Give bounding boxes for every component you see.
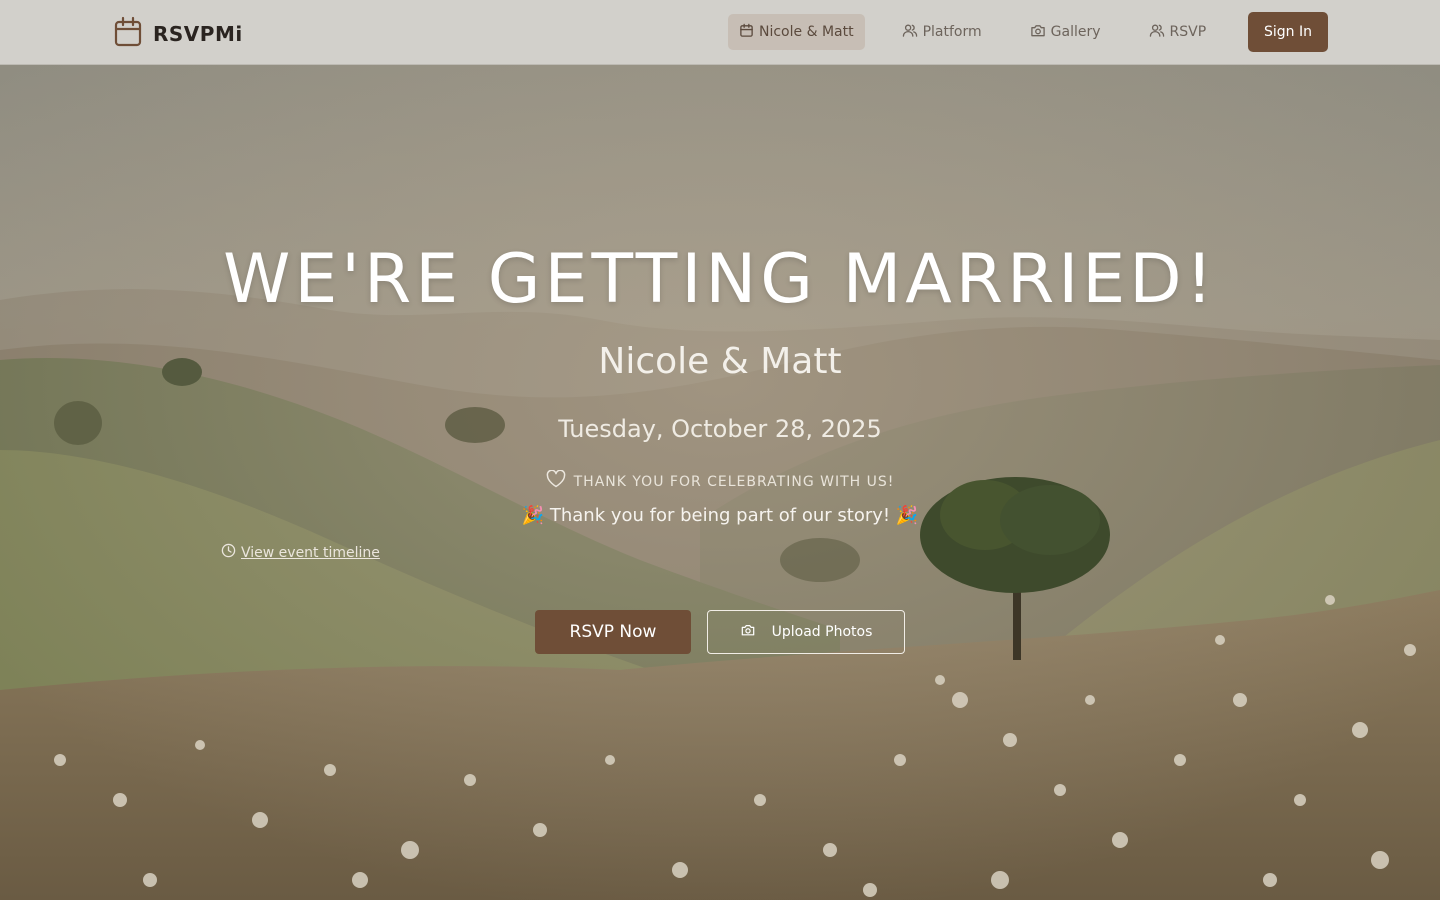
nav-item-label: Gallery: [1050, 24, 1101, 40]
nav-item-rsvp[interactable]: RSVP: [1138, 14, 1218, 50]
nav-item-platform[interactable]: Platform: [891, 14, 993, 50]
upload-photos-label: Upload Photos: [771, 624, 873, 640]
nav-item-label: RSVP: [1169, 24, 1207, 40]
upload-photos-button[interactable]: Upload Photos: [707, 610, 905, 654]
sign-in-button[interactable]: Sign In: [1248, 12, 1328, 52]
story-message: 🎉 Thank you for being part of our story!…: [521, 505, 919, 526]
nav-item-label: Platform: [922, 24, 982, 40]
heart-icon: [546, 469, 566, 494]
view-timeline-link[interactable]: View event timeline: [221, 543, 380, 562]
couple-names: Nicole & Matt: [598, 341, 842, 382]
brand-name: RSVPMi: [153, 22, 243, 46]
brand-logo[interactable]: RSVPMi: [113, 16, 243, 52]
nav-item-label: Nicole & Matt: [759, 24, 854, 40]
nav-item-gallery[interactable]: Gallery: [1019, 14, 1112, 50]
event-date: Tuesday, October 28, 2025: [558, 415, 882, 443]
clock-icon: [221, 543, 236, 562]
calendar-icon: [113, 16, 143, 52]
thanks-banner: THANK YOU FOR CELEBRATING WITH US!: [0, 469, 1440, 494]
top-navbar: RSVPMi Nicole & Matt Platform Gallery RS…: [0, 0, 1440, 65]
users-icon: [902, 23, 918, 42]
hero-title: WE'RE GETTING MARRIED!: [223, 240, 1217, 319]
nav-links: Nicole & Matt Platform Gallery RSVP: [728, 14, 1217, 50]
users-icon: [1149, 23, 1165, 42]
rsvp-now-button[interactable]: RSVP Now: [535, 610, 691, 654]
camera-icon: [740, 623, 756, 641]
camera-icon: [1030, 23, 1046, 42]
nav-item-event[interactable]: Nicole & Matt: [728, 14, 865, 50]
thanks-text: THANK YOU FOR CELEBRATING WITH US!: [573, 474, 895, 490]
calendar-icon: [739, 23, 754, 42]
hero-background-image: [0, 0, 1440, 900]
timeline-link-label: View event timeline: [241, 544, 380, 561]
